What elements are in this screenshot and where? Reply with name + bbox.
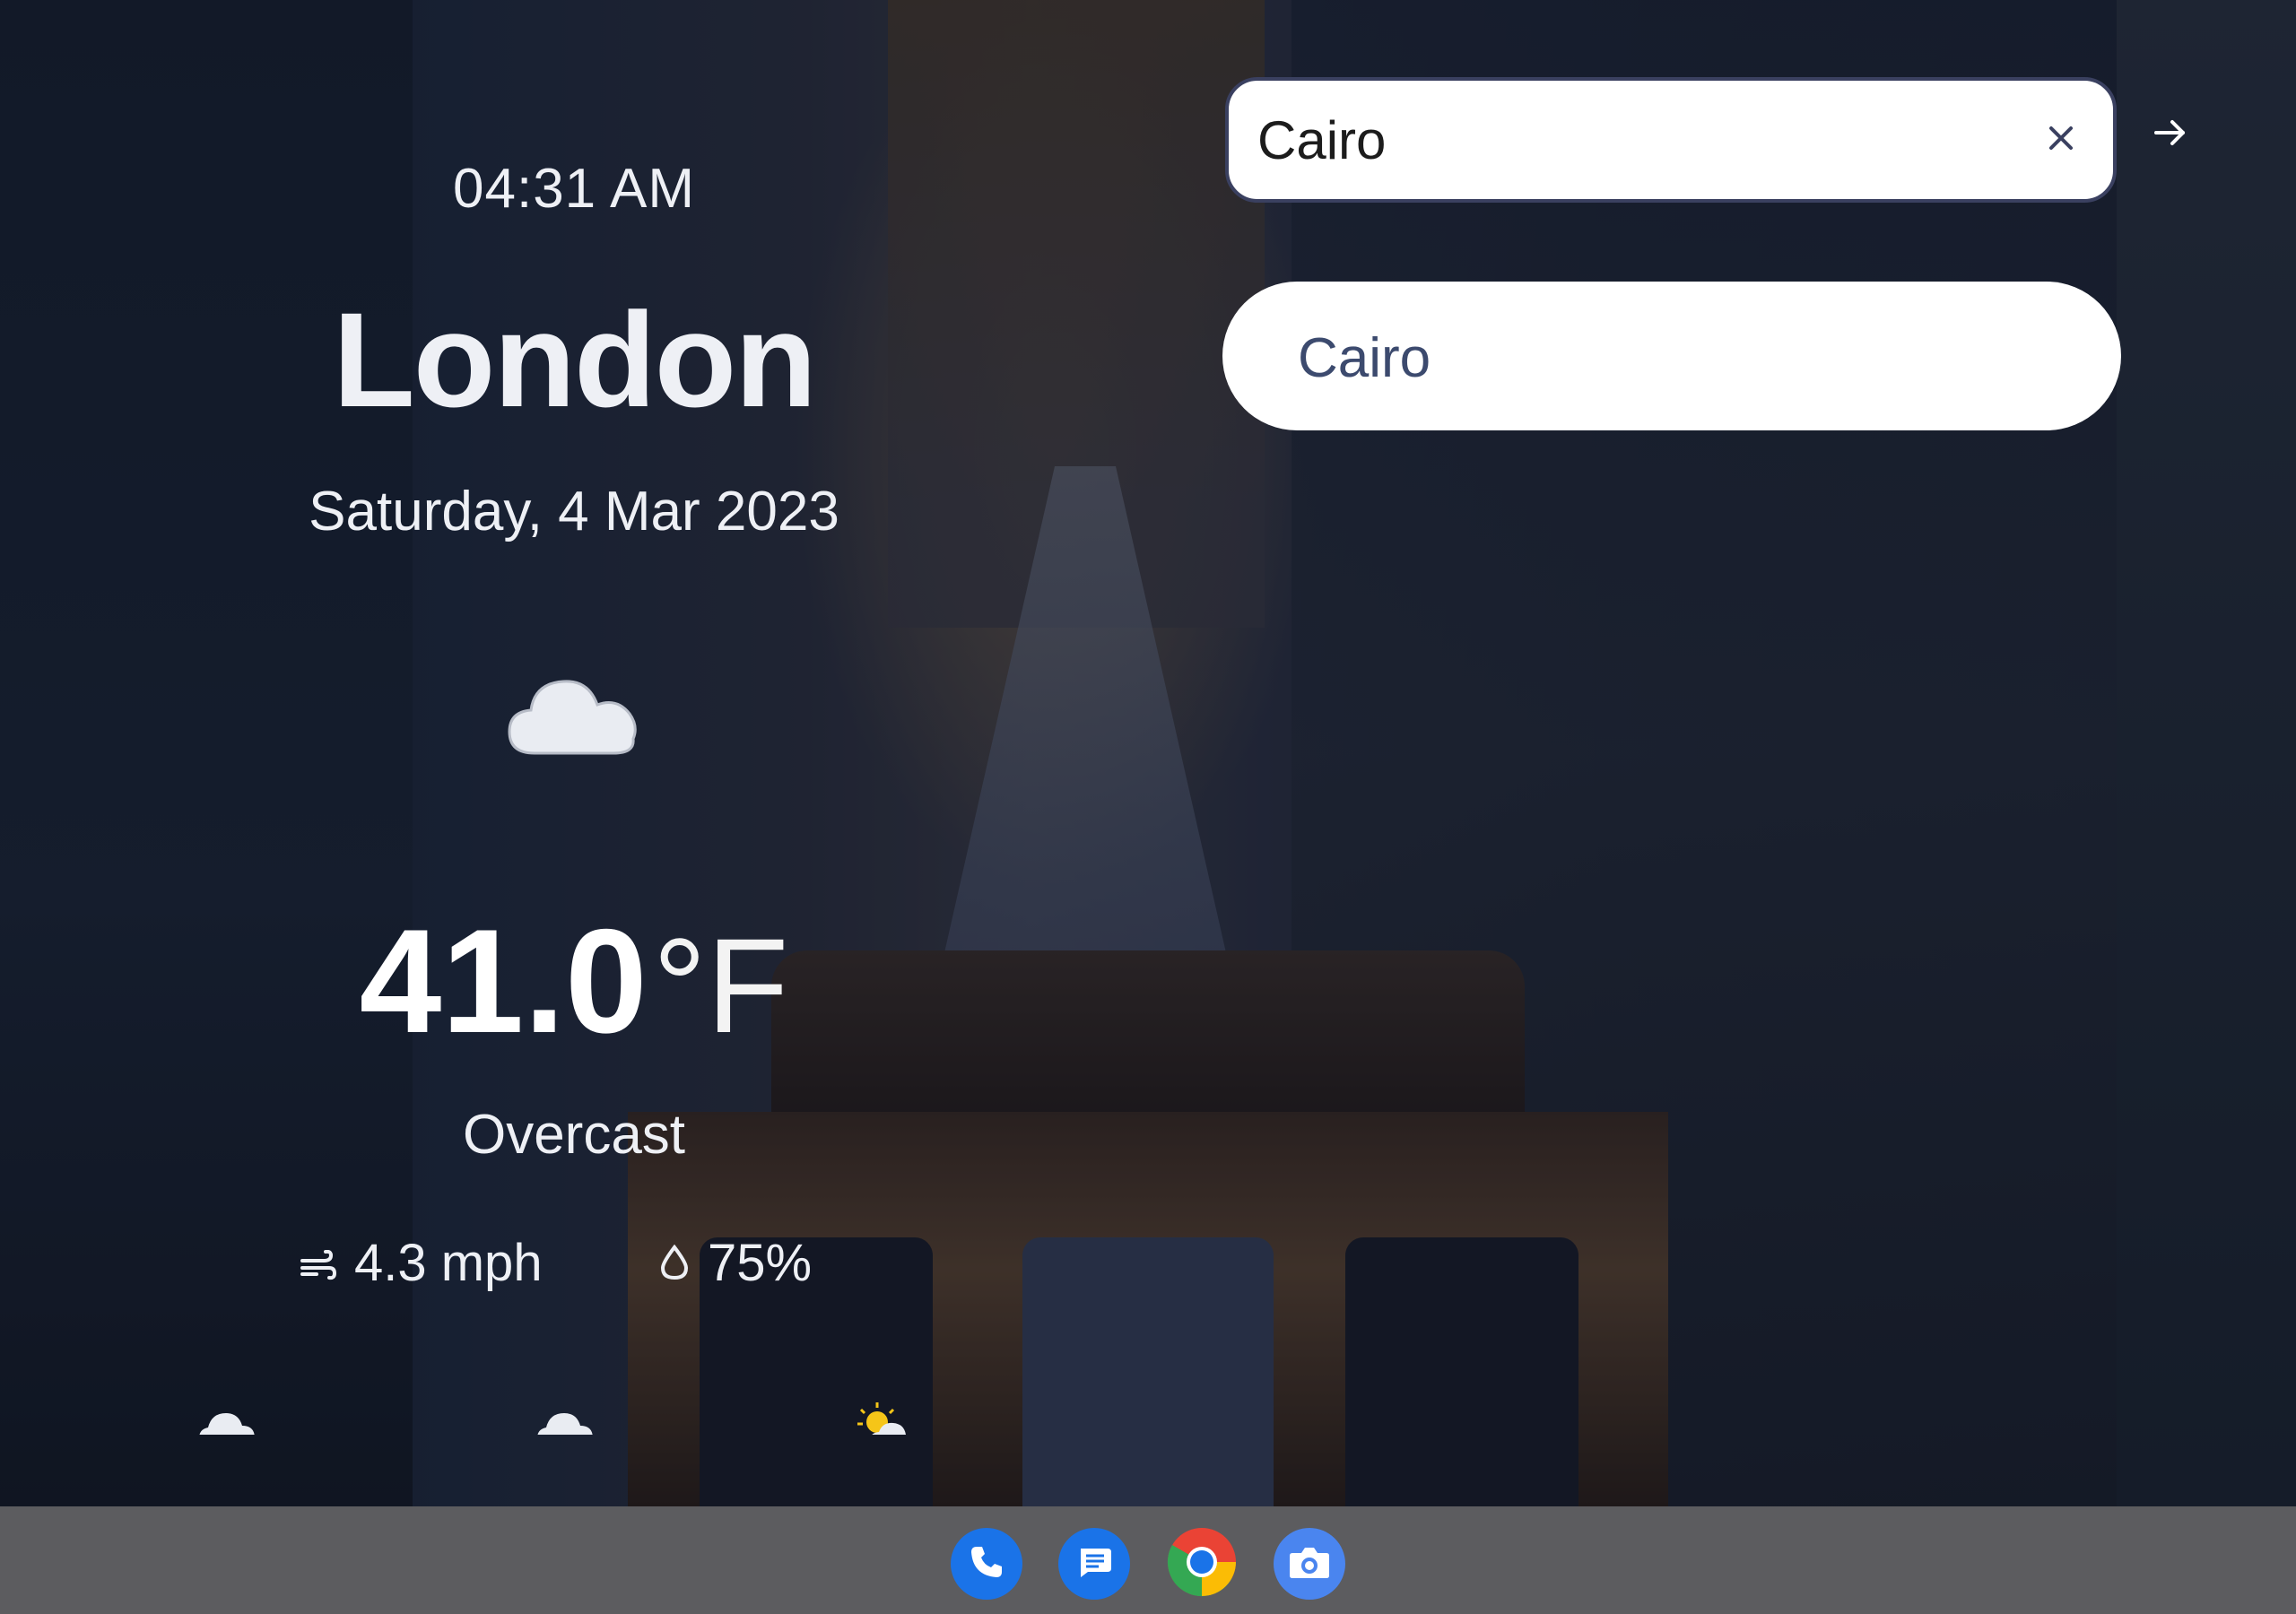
temperature: 41.0°F [215, 897, 933, 1066]
search-suggestion-item[interactable]: Cairo [1222, 282, 2121, 430]
camera-app-button[interactable] [1274, 1528, 1345, 1600]
phone-app-button[interactable] [951, 1528, 1022, 1600]
close-icon [2048, 125, 2074, 156]
phone-icon [966, 1541, 1007, 1587]
camera-icon [1287, 1542, 1332, 1586]
arrow-right-icon [2152, 117, 2188, 153]
chrome-app-button[interactable] [1166, 1526, 1238, 1602]
partly-sunny-icon [854, 1399, 917, 1435]
clear-search-button[interactable] [2036, 115, 2086, 165]
cloud-icon [196, 1399, 258, 1435]
temperature-unit: °F [652, 910, 789, 1061]
humidity-stat: 75% [659, 1233, 812, 1293]
messages-app-button[interactable] [1058, 1528, 1130, 1600]
cloud-icon [534, 1399, 596, 1435]
wind-icon [300, 1233, 354, 1293]
wind-speed: 4.3 mph [354, 1234, 543, 1292]
city-search-input[interactable] [1256, 108, 1995, 172]
city-name: London [333, 284, 817, 435]
weather-condition: Overcast [462, 1104, 686, 1166]
current-date: Saturday, 4 Mar 2023 [309, 481, 839, 542]
temperature-value: 41.0 [359, 898, 648, 1063]
taskbar [0, 1506, 2296, 1614]
suggestion-label: Cairo [1298, 327, 1431, 389]
wind-stat: 4.3 mph [300, 1233, 543, 1293]
search-submit-button[interactable] [2144, 108, 2197, 161]
city-search-box [1225, 77, 2117, 203]
cloud-icon [500, 664, 644, 762]
chrome-icon [1166, 1526, 1238, 1602]
humidity-value: 75% [708, 1234, 813, 1292]
chat-bubble-icon [1074, 1541, 1115, 1587]
current-time: 04:31 AM [453, 158, 695, 220]
droplet-icon [659, 1233, 708, 1293]
